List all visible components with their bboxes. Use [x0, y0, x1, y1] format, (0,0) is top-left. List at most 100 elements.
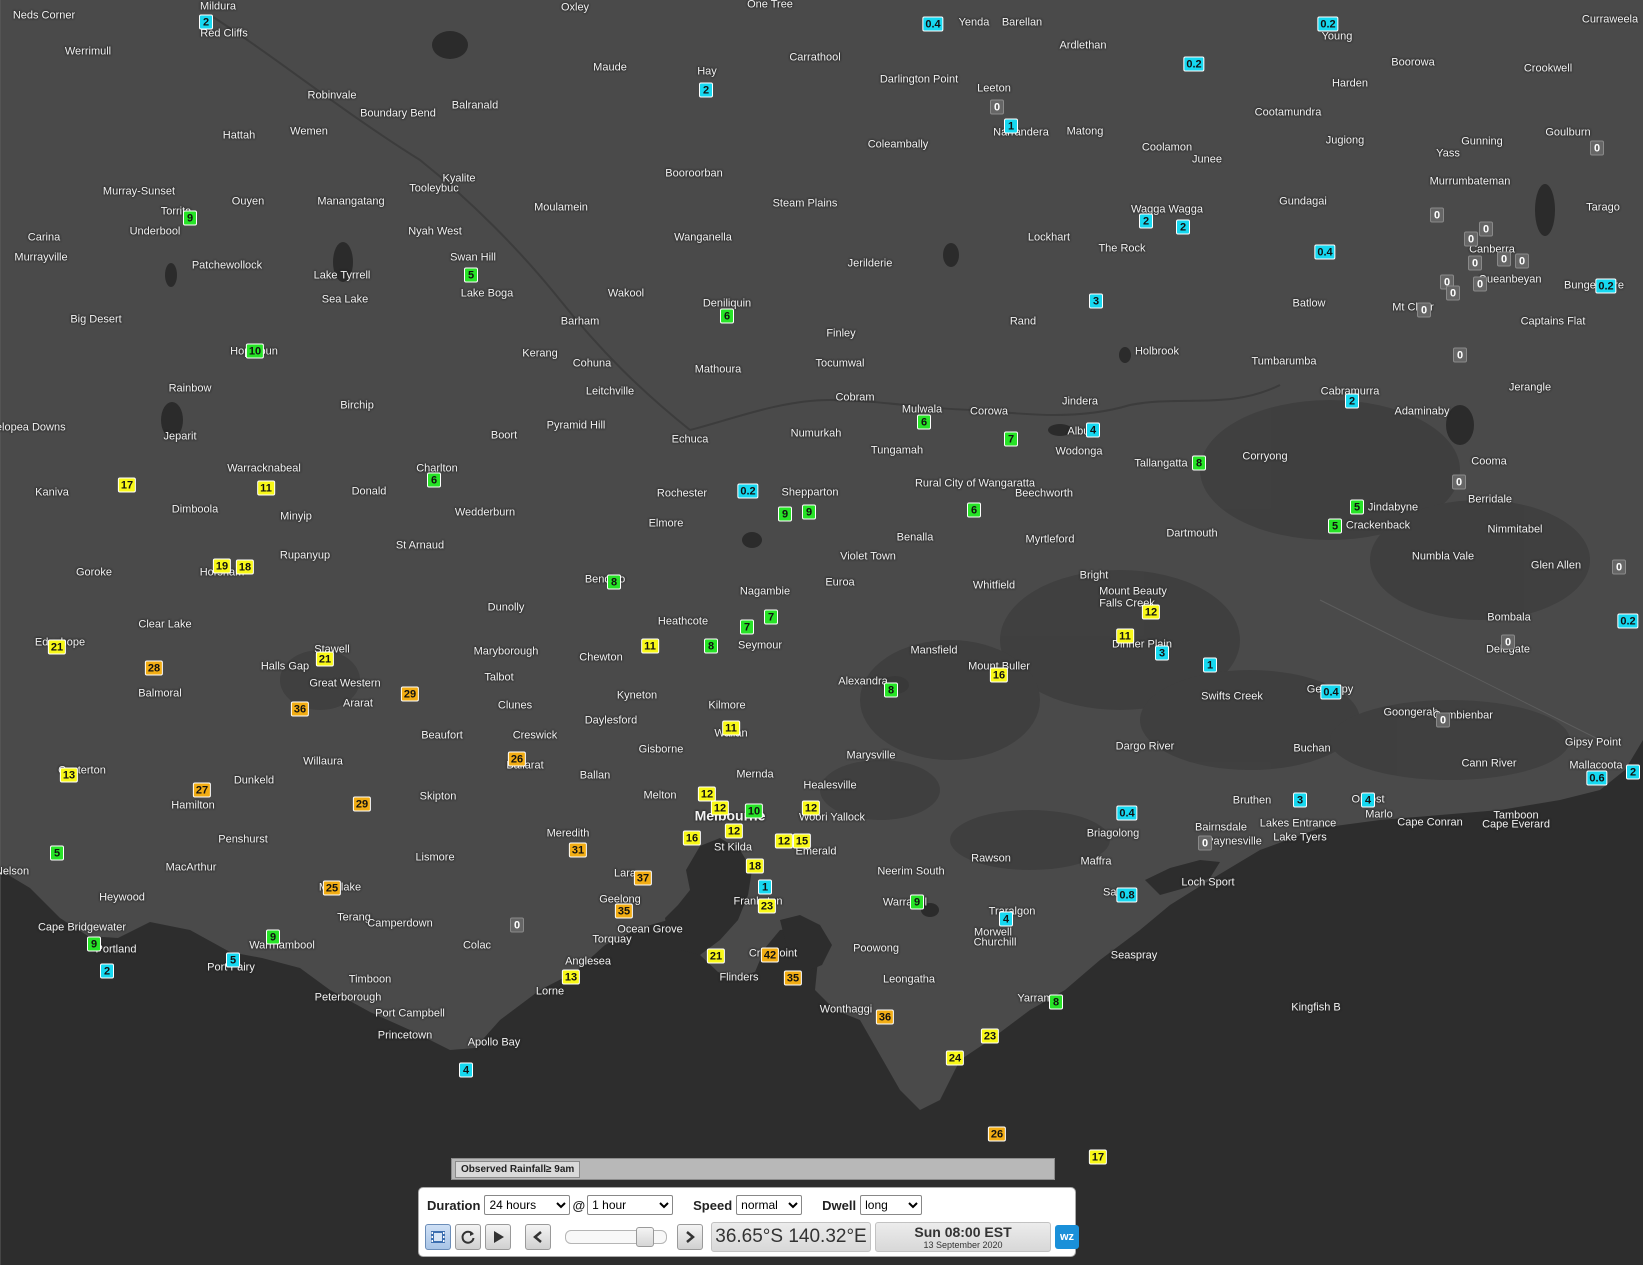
rainfall-marker[interactable]: 3	[1293, 792, 1307, 808]
rainfall-marker[interactable]: 27	[192, 782, 212, 798]
rainfall-marker[interactable]: 0.8	[1116, 887, 1138, 903]
rainfall-marker[interactable]: 36	[290, 701, 310, 717]
rainfall-marker[interactable]: 2	[1139, 213, 1153, 229]
next-button[interactable]	[677, 1224, 703, 1250]
rainfall-marker[interactable]: 28	[144, 660, 164, 676]
rainfall-marker[interactable]: 9	[266, 929, 280, 945]
rainfall-marker[interactable]: 26	[507, 751, 527, 767]
rainfall-marker[interactable]: 16	[682, 830, 702, 846]
rainfall-marker[interactable]: 0.4	[1314, 244, 1336, 260]
play-button[interactable]	[485, 1224, 511, 1250]
rainfall-marker[interactable]: 11	[722, 720, 740, 736]
rainfall-marker[interactable]: 2	[699, 82, 713, 98]
rainfall-marker[interactable]: 0.4	[1320, 684, 1342, 700]
rainfall-marker[interactable]: 8	[607, 574, 621, 590]
rainfall-marker[interactable]: 0	[1479, 221, 1493, 237]
rainfall-marker[interactable]: 29	[400, 686, 420, 702]
rainfall-marker[interactable]: 0	[1590, 140, 1604, 156]
rainfall-marker[interactable]: 0	[1198, 835, 1212, 851]
speed-select[interactable]: normal	[736, 1195, 803, 1215]
rainfall-marker[interactable]: 2	[1176, 219, 1190, 235]
rainfall-marker[interactable]: 21	[315, 651, 335, 667]
rainfall-marker[interactable]: 0.4	[922, 16, 944, 32]
rainfall-marker[interactable]: 9	[802, 504, 816, 520]
rainfall-marker[interactable]: 17	[1088, 1149, 1108, 1165]
rainfall-marker[interactable]: 0	[1430, 207, 1444, 223]
rainfall-marker[interactable]: 0	[1452, 474, 1466, 490]
rainfall-marker[interactable]: 12	[1141, 604, 1161, 620]
rainfall-marker[interactable]: 5	[1328, 518, 1342, 534]
rainfall-marker[interactable]: 9	[778, 506, 792, 522]
rainfall-marker[interactable]: 0	[1436, 712, 1450, 728]
rainfall-marker[interactable]: 0	[510, 917, 524, 933]
rainfall-marker[interactable]: 2	[1345, 393, 1359, 409]
rainfall-marker[interactable]: 0.2	[1595, 278, 1617, 294]
rainfall-marker[interactable]: 5	[1350, 499, 1364, 515]
rainfall-marker[interactable]: 18	[235, 559, 255, 575]
rainfall-marker[interactable]: 31	[568, 842, 588, 858]
rainfall-marker[interactable]: 0.2	[737, 483, 759, 499]
rainfall-marker[interactable]: 21	[47, 639, 67, 655]
rainfall-marker[interactable]: 6	[917, 414, 931, 430]
wz-logo[interactable]: wz	[1055, 1225, 1079, 1249]
rainfall-marker[interactable]: 15	[792, 833, 812, 849]
rainfall-marker[interactable]: 1	[758, 879, 772, 895]
rainfall-marker[interactable]: 1	[1004, 118, 1018, 134]
rainfall-marker[interactable]: 9	[183, 210, 197, 226]
rainfall-marker[interactable]: 6	[967, 502, 981, 518]
rainfall-marker[interactable]: 0.2	[1183, 56, 1205, 72]
rainfall-marker[interactable]: 23	[757, 898, 777, 914]
rainfall-marker[interactable]: 0.6	[1586, 770, 1608, 786]
rainfall-marker[interactable]: 7	[1004, 431, 1018, 447]
rainfall-marker[interactable]: 0	[1464, 231, 1478, 247]
rainfall-marker[interactable]: 2	[1626, 764, 1640, 780]
rainfall-marker[interactable]: 25	[322, 880, 342, 896]
rainfall-marker[interactable]: 17	[117, 477, 137, 493]
rainfall-marker[interactable]: 7	[764, 609, 778, 625]
rainfall-marker[interactable]: 9	[87, 936, 101, 952]
rainfall-marker[interactable]: 13	[59, 767, 79, 783]
rainfall-marker[interactable]: 0	[1612, 559, 1626, 575]
rainfall-marker[interactable]: 11	[1116, 628, 1134, 644]
rainfall-marker[interactable]: 5	[464, 267, 478, 283]
dwell-select[interactable]: long	[860, 1195, 923, 1215]
rainfall-marker[interactable]: 12	[774, 833, 794, 849]
rainfall-marker[interactable]: 12	[710, 800, 730, 816]
rainfall-marker[interactable]: 35	[783, 970, 803, 986]
rainfall-marker[interactable]: 11	[257, 480, 275, 496]
rainfall-marker[interactable]: 4	[459, 1062, 473, 1078]
rainfall-marker[interactable]: 21	[706, 948, 726, 964]
rainfall-marker[interactable]: 10	[245, 343, 265, 359]
rainfall-marker[interactable]: 5	[226, 952, 240, 968]
slider-thumb[interactable]	[635, 1227, 654, 1247]
rainfall-marker[interactable]: 6	[720, 308, 734, 324]
rainfall-marker[interactable]: 0	[1468, 255, 1482, 271]
rainfall-marker[interactable]: 7	[740, 619, 754, 635]
rainfall-marker[interactable]: 0	[1501, 634, 1515, 650]
rainfall-marker[interactable]: 2	[100, 963, 114, 979]
film-button[interactable]	[425, 1224, 451, 1250]
rainfall-marker[interactable]: 3	[1155, 645, 1169, 661]
refresh-button[interactable]	[455, 1224, 481, 1250]
rainfall-marker[interactable]: 42	[760, 947, 780, 963]
rainfall-marker[interactable]: 8	[884, 682, 898, 698]
rainfall-marker[interactable]: 4	[1086, 422, 1100, 438]
rainfall-marker[interactable]: 0	[1497, 251, 1511, 267]
rainfall-marker[interactable]: 36	[875, 1009, 895, 1025]
rainfall-marker[interactable]: 12	[801, 800, 821, 816]
rainfall-marker[interactable]: 11	[641, 638, 659, 654]
rainfall-marker[interactable]: 5	[50, 845, 64, 861]
rainfall-marker[interactable]: 0	[1515, 253, 1529, 269]
rainfall-marker[interactable]: 37	[633, 870, 653, 886]
rainfall-marker[interactable]: 0	[1446, 285, 1460, 301]
rainfall-marker[interactable]: 0	[990, 99, 1004, 115]
rainfall-marker[interactable]: 8	[704, 638, 718, 654]
rainfall-marker[interactable]: 23	[980, 1028, 1000, 1044]
rainfall-marker[interactable]: 10	[744, 803, 764, 819]
map[interactable]: Neds Corner Mildura Red Cliffs Werrimull Oxl…	[0, 0, 1643, 1265]
rainfall-marker[interactable]: 8	[1049, 994, 1063, 1010]
rainfall-marker[interactable]: 13	[561, 969, 581, 985]
rainfall-marker[interactable]: 19	[212, 558, 232, 574]
rainfall-marker[interactable]: 12	[724, 823, 744, 839]
rainfall-marker[interactable]: 3	[1089, 293, 1103, 309]
